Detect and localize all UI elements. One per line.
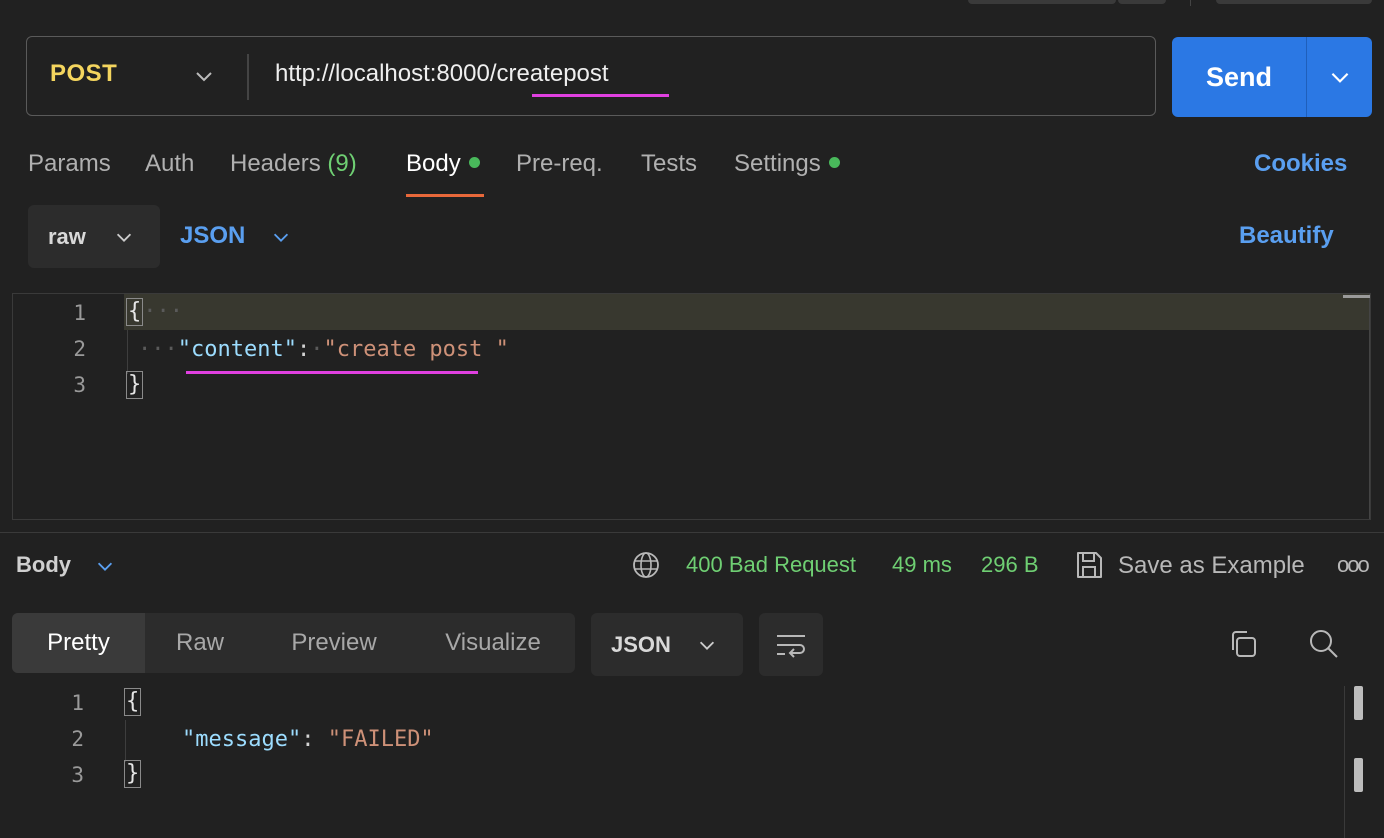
divider <box>247 54 249 100</box>
active-tab-indicator <box>406 194 484 197</box>
status-code[interactable]: 400 Bad Request <box>686 552 856 578</box>
divider <box>1306 37 1307 117</box>
top-toolbar-fragment <box>968 0 1116 4</box>
divider <box>1190 0 1191 6</box>
scrollbar-thumb[interactable] <box>1354 758 1363 792</box>
copy-icon[interactable] <box>1227 628 1259 660</box>
body-language-select[interactable]: JSON <box>180 222 245 250</box>
open-brace: { <box>124 688 142 716</box>
code-line-1: {··· <box>126 298 183 326</box>
status-dot <box>468 157 480 169</box>
send-button[interactable]: Send <box>1172 37 1306 117</box>
response-section-select[interactable]: Body <box>16 552 71 578</box>
whitespace-marker: ··· <box>138 337 178 362</box>
indent-guide <box>127 330 128 374</box>
tab-preview[interactable]: Preview <box>270 613 398 673</box>
headers-count: (9) <box>327 150 357 177</box>
line-number: 2 <box>73 337 86 361</box>
json-colon: : <box>296 337 311 362</box>
tab-visualize[interactable]: Visualize <box>426 613 560 673</box>
tab-headers[interactable]: Headers (9) <box>230 150 357 178</box>
top-toolbar-fragment <box>1216 0 1372 4</box>
search-icon[interactable] <box>1306 626 1340 660</box>
chevron-down-icon[interactable] <box>696 634 718 656</box>
response-line-1: { <box>124 688 142 716</box>
tab-raw[interactable]: Raw <box>150 613 250 673</box>
tab-params[interactable]: Params <box>28 150 111 178</box>
response-line-3: } <box>124 760 142 788</box>
line-number: 1 <box>73 301 86 325</box>
globe-icon[interactable] <box>631 550 661 580</box>
response-line-2: "message": "FAILED" <box>182 727 434 752</box>
scrollbar[interactable] <box>1369 294 1370 519</box>
top-toolbar-fragment <box>1118 0 1166 4</box>
method-select[interactable]: POST <box>50 60 117 88</box>
tab-auth[interactable]: Auth <box>145 150 194 178</box>
open-brace: { <box>126 298 144 326</box>
cookies-link[interactable]: Cookies <box>1254 150 1347 178</box>
line-number: 2 <box>71 727 84 751</box>
scrollbar-marker <box>1343 295 1370 298</box>
tab-pre-request[interactable]: Pre-req. <box>516 150 603 178</box>
current-line-highlight <box>124 294 1370 330</box>
response-size[interactable]: 296 B <box>981 552 1039 578</box>
save-icon[interactable] <box>1073 549 1105 581</box>
line-number: 3 <box>73 373 86 397</box>
scrollbar[interactable] <box>1344 686 1345 838</box>
code-line-2: ···"content":·"create post " <box>138 337 509 362</box>
json-colon: : <box>301 727 315 752</box>
beautify-button[interactable]: Beautify <box>1239 222 1334 250</box>
json-value: "FAILED" <box>327 727 434 752</box>
chevron-down-icon[interactable] <box>94 555 116 577</box>
chevron-down-icon[interactable] <box>192 64 216 88</box>
chevron-down-icon[interactable] <box>113 226 135 248</box>
indent-guide <box>125 720 126 762</box>
tab-body[interactable]: Body <box>406 150 480 178</box>
scrollbar-thumb[interactable] <box>1354 686 1363 720</box>
chevron-down-icon[interactable] <box>270 226 292 248</box>
line-number: 3 <box>71 763 84 787</box>
close-brace: } <box>126 371 144 399</box>
wrap-lines-icon[interactable] <box>773 627 809 663</box>
more-options-button[interactable]: ooo <box>1337 552 1370 578</box>
whitespace-marker: ··· <box>143 299 183 324</box>
chevron-down-icon[interactable] <box>1327 64 1353 90</box>
tab-pretty[interactable]: Pretty <box>12 613 145 673</box>
line-number: 1 <box>71 691 84 715</box>
response-time[interactable]: 49 ms <box>892 552 952 578</box>
body-mode-label[interactable]: raw <box>48 224 86 250</box>
panel-divider[interactable] <box>0 532 1384 533</box>
json-key: "message" <box>182 727 302 752</box>
response-format-label[interactable]: JSON <box>611 632 671 658</box>
annotation-underline <box>186 371 478 374</box>
json-value: "create post " <box>323 337 509 362</box>
code-line-3: } <box>126 371 144 399</box>
tab-tests[interactable]: Tests <box>641 150 697 178</box>
url-input[interactable]: http://localhost:8000/createpost <box>275 60 609 88</box>
json-key: "content" <box>177 337 297 362</box>
close-brace: } <box>124 760 142 788</box>
save-as-example-button[interactable]: Save as Example <box>1118 552 1305 580</box>
tab-settings[interactable]: Settings <box>734 150 840 178</box>
annotation-underline <box>532 94 669 97</box>
status-dot <box>828 157 840 169</box>
